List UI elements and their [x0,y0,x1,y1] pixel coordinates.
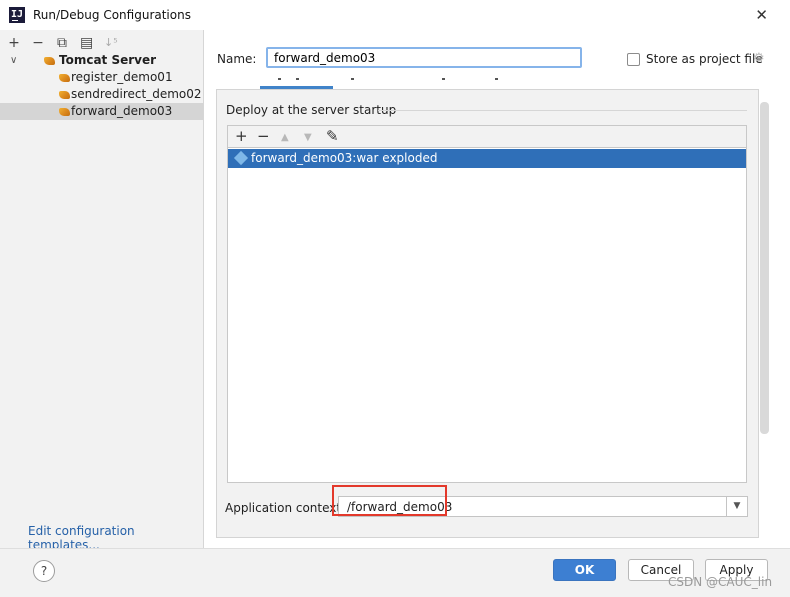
vertical-scrollbar[interactable] [760,102,769,434]
remove-configuration-icon[interactable]: − [32,36,44,50]
remove-artifact-icon[interactable]: − [257,128,270,144]
application-context-combobox[interactable]: /forward_demo03 ▼ [338,496,748,517]
list-item[interactable]: forward_demo03:war exploded [228,149,746,168]
artifact-icon [233,150,249,166]
move-to-folder-icon[interactable]: ▤ [80,36,93,50]
add-configuration-icon[interactable]: + [8,36,20,50]
tomcat-icon [44,57,55,65]
close-icon[interactable]: ✕ [755,6,768,24]
tab-server[interactable] [278,78,281,80]
ok-button[interactable]: OK [553,559,616,581]
tomcat-icon [59,108,70,116]
tomcat-icon [59,91,70,99]
move-down-icon[interactable]: ▼ [304,130,312,146]
configurations-sidebar: + − ⧉ ▤ ↓⁵ ∨ Tomcat Server register_demo… [0,30,204,552]
application-context-label: Application context: [225,501,346,515]
configuration-tree: ∨ Tomcat Server register_demo01 sendredi… [0,52,203,120]
window-title: Run/Debug Configurations [33,8,191,22]
help-button[interactable]: ? [33,560,55,582]
gear-icon[interactable]: ⚙ [753,51,765,66]
tree-item-sendredirect-demo02[interactable]: sendredirect_demo02 [0,86,203,103]
tree-item-label: forward_demo03 [71,104,173,118]
name-label: Name: [217,52,257,66]
tomcat-icon [59,74,70,82]
chevron-down-icon[interactable]: ▼ [726,497,747,516]
deploy-section-title: Deploy at the server startup [226,103,397,117]
tree-group-label: Tomcat Server [59,53,157,67]
name-input[interactable] [266,47,582,68]
tree-item-label: sendredirect_demo02 [71,87,202,101]
tree-item-register-demo01[interactable]: register_demo01 [0,69,203,86]
tree-item-label: register_demo01 [71,70,173,84]
deploy-list: forward_demo03:war exploded [227,147,747,483]
application-context-value: /forward_demo03 [347,500,453,514]
tab-server-dot[interactable] [296,78,299,80]
store-as-project-file-checkbox[interactable] [627,53,640,66]
store-as-project-file-label[interactable]: Store as project file [646,52,763,66]
chevron-down-icon[interactable]: ∨ [10,52,17,69]
sort-configurations-icon[interactable]: ↓⁵ [104,36,118,50]
intellij-app-icon: IJ [9,7,25,23]
edit-artifact-icon[interactable]: ✎ [326,128,339,144]
cancel-button[interactable]: Cancel [628,559,694,581]
tab-logs[interactable] [442,78,445,80]
tab-code-coverage[interactable] [495,78,498,80]
section-divider [378,110,747,111]
deploy-toolbar: + − ▲ ▼ ✎ [227,125,747,147]
title-bar: IJ Run/Debug Configurations ✕ [0,0,790,30]
move-up-icon[interactable]: ▲ [281,130,289,146]
deploy-item-label: forward_demo03:war exploded [251,151,438,165]
copy-configuration-icon[interactable]: ⧉ [56,36,68,50]
tree-group-tomcat-server[interactable]: ∨ Tomcat Server [0,52,203,69]
tab-deployment[interactable] [351,78,354,80]
apply-button[interactable]: Apply [705,559,768,581]
sidebar-toolbar: + − ⧉ ▤ ↓⁵ [8,34,118,52]
tree-item-forward-demo03[interactable]: forward_demo03 [0,103,203,120]
add-artifact-icon[interactable]: + [235,128,248,144]
